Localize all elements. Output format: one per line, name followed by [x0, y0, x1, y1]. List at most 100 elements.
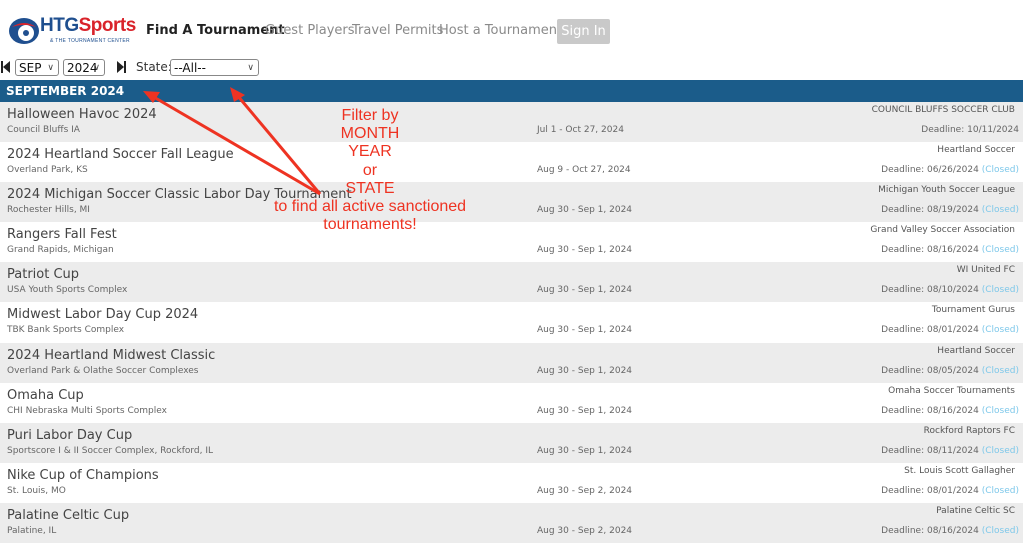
tournament-deadline: Deadline: 08/19/2024 (Closed) — [881, 205, 1019, 215]
tournament-deadline: Deadline: 08/16/2024 (Closed) — [881, 406, 1019, 416]
tournament-location: Council Bluffs IA — [7, 125, 80, 135]
tournament-row[interactable]: Halloween Havoc 2024 Council Bluffs IA Jul… — [0, 102, 1023, 143]
year-select[interactable]: 2024 ∨ — [63, 59, 105, 76]
deadline-text: Deadline: 08/10/2024 — [881, 285, 979, 296]
tournament-organizer: St. Louis Scott Gallagher — [904, 465, 1015, 476]
tournament-deadline: Deadline: 08/01/2024 (Closed) — [881, 325, 1019, 335]
tournament-row[interactable]: Rangers Fall Fest Grand Rapids, Michigan A… — [0, 222, 1023, 263]
tournament-row[interactable]: 2024 Michigan Soccer Classic Labor Day T… — [0, 182, 1023, 223]
deadline-text: Deadline: 08/19/2024 — [881, 205, 979, 216]
soccer-ball-icon — [9, 18, 39, 44]
deadline-text: Deadline: 08/05/2024 — [881, 365, 979, 376]
chevron-down-icon: ∨ — [93, 63, 100, 73]
tournament-dates: Jul 1 - Oct 27, 2024 — [537, 125, 624, 135]
tournament-row[interactable]: Palatine Celtic Cup Palatine, IL Aug 30 - … — [0, 502, 1023, 543]
next-month-icon[interactable] — [117, 61, 124, 73]
closed-badge: (Closed) — [981, 245, 1019, 256]
closed-badge: (Closed) — [981, 205, 1019, 216]
tournament-deadline: Deadline: 10/11/2024 — [921, 125, 1019, 135]
closed-badge: (Closed) — [981, 285, 1019, 296]
tournament-row[interactable]: Omaha Cup CHI Nebraska Multi Sports Compl… — [0, 382, 1023, 423]
tournament-dates: Aug 30 - Sep 1, 2024 — [537, 445, 633, 456]
tournament-name[interactable]: Halloween Havoc 2024 — [7, 107, 157, 122]
annotation-line: to find all active sanctioned — [273, 198, 467, 216]
annotation-line: STATE — [345, 179, 395, 197]
tournament-row[interactable]: Nike Cup of Champions St. Louis, MO Aug 30… — [0, 462, 1023, 503]
sign-in-button[interactable]: Sign In — [557, 19, 610, 44]
htg-sports-logo[interactable]: HTGSports & THE TOURNAMENT CENTER — [6, 13, 136, 49]
tournament-deadline: Deadline: 08/11/2024 (Closed) — [881, 446, 1019, 456]
tournament-name[interactable]: 2024 Heartland Soccer Fall League — [7, 147, 234, 162]
month-select-value: SEP — [19, 61, 42, 75]
tournament-dates: Aug 30 - Sep 1, 2024 — [537, 245, 633, 256]
tournament-deadline: Deadline: 08/10/2024 (Closed) — [881, 285, 1019, 295]
state-select-value: --All-- — [174, 61, 206, 75]
tournament-location: St. Louis, MO — [7, 485, 66, 496]
tournament-organizer: Palatine Celtic SC — [936, 505, 1015, 516]
logo-wordmark: HTGSports — [40, 15, 136, 37]
next-month-icon-bar — [124, 61, 126, 73]
tournament-name[interactable]: Omaha Cup — [7, 388, 84, 403]
tournament-dates: Aug 30 - Sep 1, 2024 — [537, 285, 633, 296]
deadline-text: Deadline: 06/26/2024 — [881, 165, 979, 176]
nav-guest-players[interactable]: Guest Players — [265, 23, 355, 38]
tournament-deadline: Deadline: 08/01/2024 (Closed) — [881, 486, 1019, 496]
tournament-location: Overland Park, KS — [7, 165, 88, 176]
state-label: State: — [136, 60, 172, 74]
tournament-location: USA Youth Sports Complex — [7, 285, 128, 296]
closed-badge: (Closed) — [981, 365, 1019, 376]
nav-find-a-tournament[interactable]: Find A Tournament — [146, 23, 285, 38]
tournament-deadline: Deadline: 08/16/2024 (Closed) — [881, 526, 1019, 536]
tournament-organizer: COUNCIL BLUFFS SOCCER CLUB — [871, 105, 1015, 115]
tournament-dates: Aug 9 - Oct 27, 2024 — [537, 165, 631, 176]
state-select[interactable]: --All-- ∨ — [170, 59, 259, 76]
filter-annotation: Filter by MONTH YEAR or STATE to find all act… — [262, 107, 478, 234]
annotation-line: Filter by — [341, 107, 399, 124]
tournament-row[interactable]: 2024 Heartland Midwest Classic Overland P… — [0, 342, 1023, 383]
nav-host-a-tournament[interactable]: Host a Tournament — [439, 23, 562, 38]
previous-month-icon[interactable] — [3, 61, 10, 73]
annotation-line: YEAR — [348, 143, 392, 161]
tournament-name[interactable]: Patriot Cup — [7, 267, 79, 282]
tournament-dates: Aug 30 - Sep 2, 2024 — [537, 485, 633, 496]
tournament-row[interactable]: Midwest Labor Day Cup 2024 TBK Bank Sport… — [0, 302, 1023, 343]
tournament-name[interactable]: Nike Cup of Champions — [7, 468, 159, 483]
chevron-down-icon: ∨ — [247, 63, 254, 73]
tournament-location: Rochester Hills, MI — [7, 205, 90, 216]
filter-bar: SEP ∨ 2024 ∨ State: --All-- ∨ — [0, 58, 1023, 78]
deadline-text: Deadline: 08/16/2024 — [881, 245, 979, 256]
tournament-dates: Aug 30 - Sep 1, 2024 — [537, 405, 633, 416]
tournament-organizer: Michigan Youth Soccer League — [878, 185, 1015, 196]
tournament-location: TBK Bank Sports Complex — [7, 325, 125, 336]
tournament-location: Overland Park & Olathe Soccer Complexes — [7, 365, 199, 376]
top-navigation: HTGSports & THE TOURNAMENT CENTER Find A… — [0, 0, 1023, 58]
closed-badge: (Closed) — [981, 165, 1019, 176]
tournament-dates: Aug 30 - Sep 1, 2024 — [537, 325, 633, 336]
tournament-name[interactable]: Palatine Celtic Cup — [7, 508, 129, 523]
tournament-deadline: Deadline: 06/26/2024 (Closed) — [881, 165, 1019, 175]
tournament-row[interactable]: Puri Labor Day Cup Sportscore I & II Socc… — [0, 422, 1023, 463]
tournament-organizer: Omaha Soccer Tournaments — [888, 385, 1015, 396]
tournament-name[interactable]: 2024 Heartland Midwest Classic — [7, 348, 215, 363]
closed-badge: (Closed) — [981, 445, 1019, 456]
nav-travel-permits[interactable]: Travel Permits — [352, 23, 443, 38]
closed-badge: (Closed) — [981, 405, 1019, 416]
tournament-row[interactable]: 2024 Heartland Soccer Fall League Overlan… — [0, 142, 1023, 183]
tournament-location: CHI Nebraska Multi Sports Complex — [7, 405, 167, 416]
tournament-name[interactable]: Rangers Fall Fest — [7, 227, 117, 242]
tournament-location: Palatine, IL — [7, 525, 57, 536]
tournament-deadline: Deadline: 08/05/2024 (Closed) — [881, 366, 1019, 376]
deadline-text: Deadline: 08/16/2024 — [881, 405, 979, 416]
tournament-name[interactable]: Midwest Labor Day Cup 2024 — [7, 307, 198, 322]
deadline-text: Deadline: 08/11/2024 — [881, 445, 979, 456]
month-header: SEPTEMBER 2024 — [0, 80, 1023, 102]
tournament-name[interactable]: Puri Labor Day Cup — [7, 428, 132, 443]
tournament-dates: Aug 30 - Sep 1, 2024 — [537, 365, 633, 376]
annotation-line: or — [362, 161, 378, 179]
tournament-deadline: Deadline: 08/16/2024 (Closed) — [881, 245, 1019, 255]
tournament-organizer: Rockford Raptors FC — [923, 425, 1015, 436]
month-select[interactable]: SEP ∨ — [15, 59, 59, 76]
tournament-organizer: WI United FC — [956, 265, 1015, 276]
tournament-dates: Aug 30 - Sep 2, 2024 — [537, 525, 633, 536]
tournament-row[interactable]: Patriot Cup USA Youth Sports Complex Aug 3… — [0, 262, 1023, 303]
